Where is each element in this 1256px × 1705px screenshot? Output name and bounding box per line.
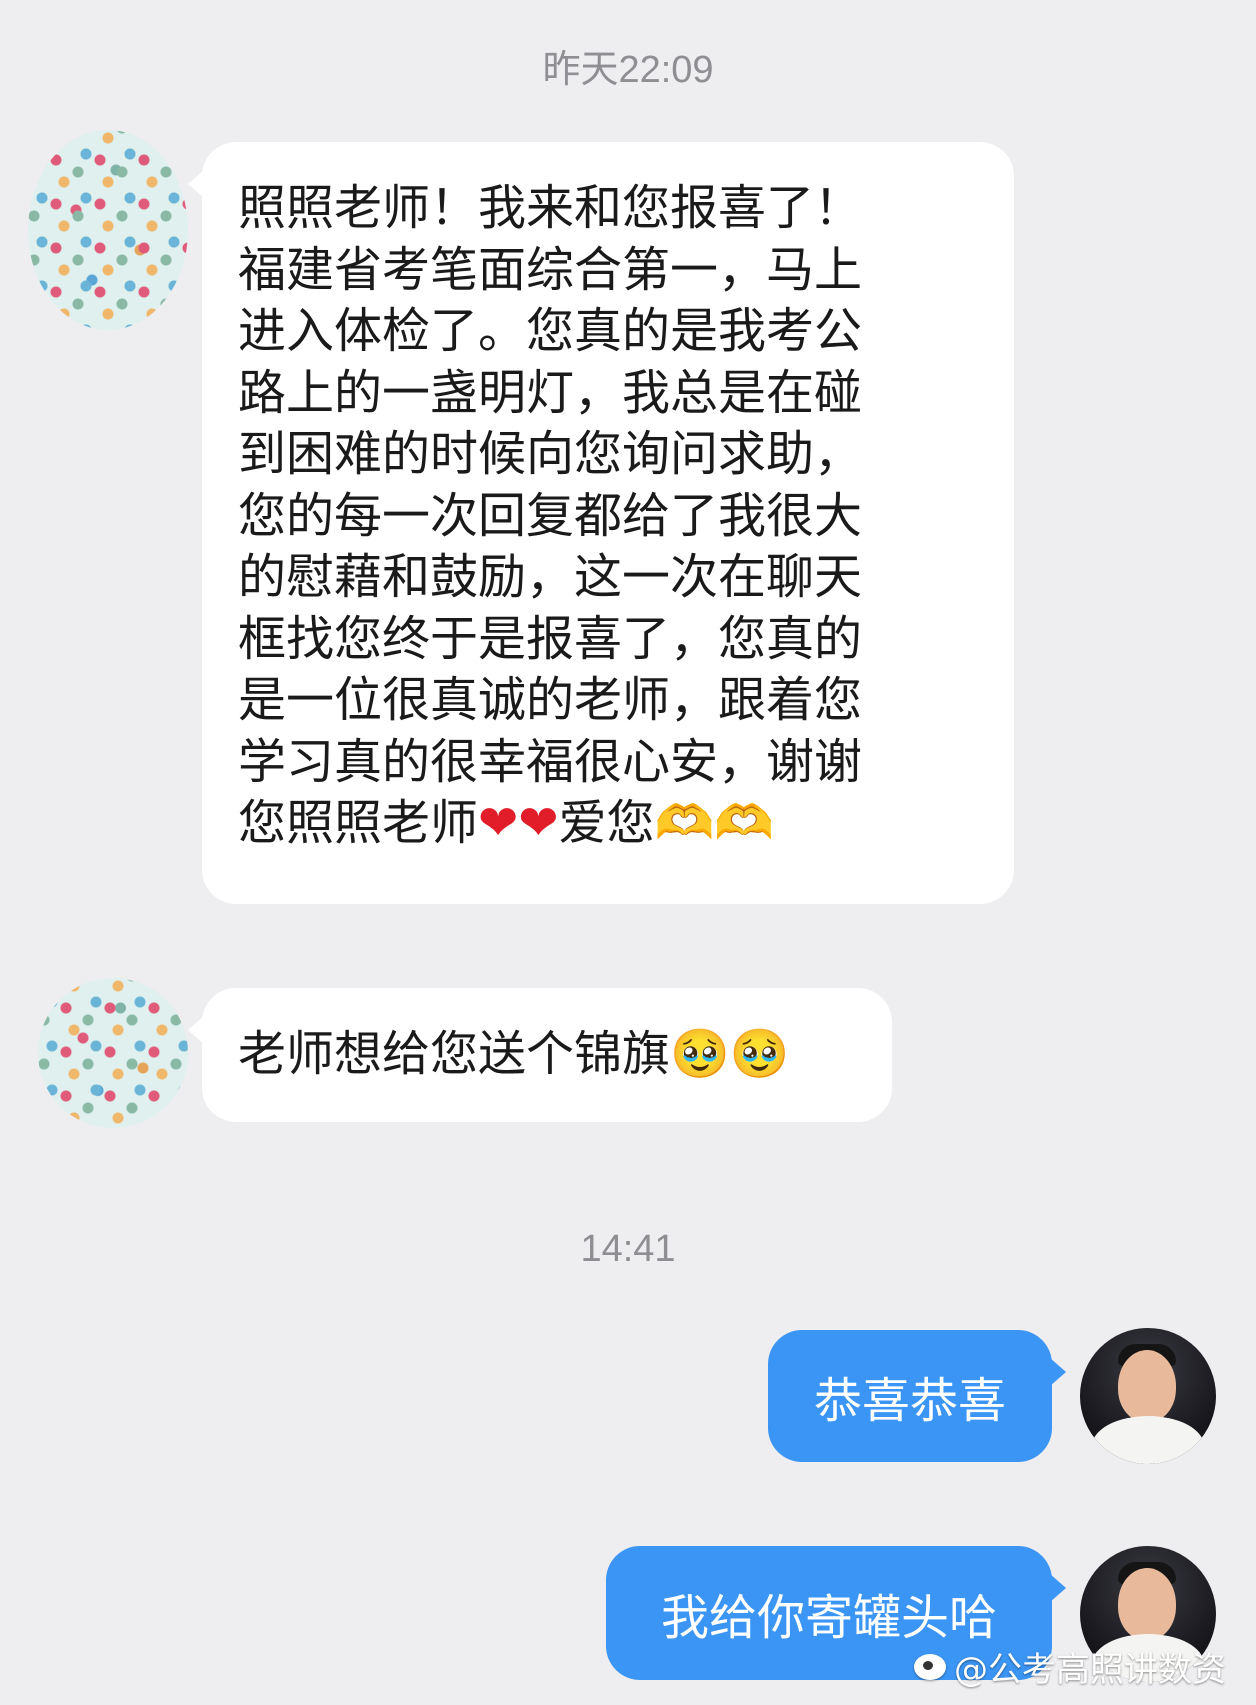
message-line: 的慰藉和鼓励，这一次在聊天 [238,549,863,605]
message-line: 进入体检了。您真的是我考公 [238,303,863,359]
avatar-face [1118,1350,1176,1422]
sender-avatar[interactable] [38,978,188,1128]
heart-hands-icon: 🫶🫶 [654,795,774,851]
avatar-face [1118,1568,1176,1640]
watermark: @公考高照讲数资 [914,1642,1226,1691]
avatar-shirt [1092,1416,1204,1464]
avatar-pattern [38,978,188,1128]
message-line: 照照老师！我来和您报喜了！ [238,180,863,236]
avatar-pattern [28,130,188,330]
sender-avatar[interactable] [28,130,188,330]
message-bubble-incoming[interactable]: 老师想给您送个锦旗 🥹🥹 [188,988,892,1122]
message-line: 您的每一次回复都给了我很大 [238,487,863,544]
message-bubble-outgoing[interactable]: 恭喜恭喜 [768,1330,1066,1462]
red-heart-icon: ❤❤ [478,795,559,851]
user-avatar[interactable] [1080,1328,1216,1464]
watermark-text: @公考高照讲数资 [954,1650,1226,1690]
message-text: 老师想给您送个锦旗 [238,1026,671,1083]
message-line-last: 您照照老师❤❤爱您🫶🫶 [238,793,1014,855]
message-line: 路上的一盏明灯，我总是在碰 [238,364,863,421]
weibo-icon [914,1653,946,1680]
pleading-face-icon: 🥹🥹 [670,1026,790,1083]
message-line: 是一位很真诚的老师，跟着您 [238,672,863,728]
message-text: 爱您 [558,795,655,851]
message-line: 学习真的很幸福很心安，谢谢 [238,733,863,790]
timestamp-yesterday: 昨天22:09 [542,49,714,91]
message-text: 恭喜恭喜 [813,1373,1006,1429]
message-text: 您照照老师 [238,795,479,851]
message-line: 到困难的时候向您询问求助， [238,426,863,482]
timestamp-today: 14:41 [580,1228,676,1270]
message-line: 福建省考笔面综合第一，马上 [238,241,863,298]
message-bubble-incoming[interactable]: 照照老师！我来和您报喜了！ 福建省考笔面综合第一，马上 进入体检了。您真的是我考… [188,142,1014,904]
message-line: 框找您终于是报喜了，您真的 [238,610,863,667]
message-text: 我给你寄罐头哈 [660,1590,997,1646]
